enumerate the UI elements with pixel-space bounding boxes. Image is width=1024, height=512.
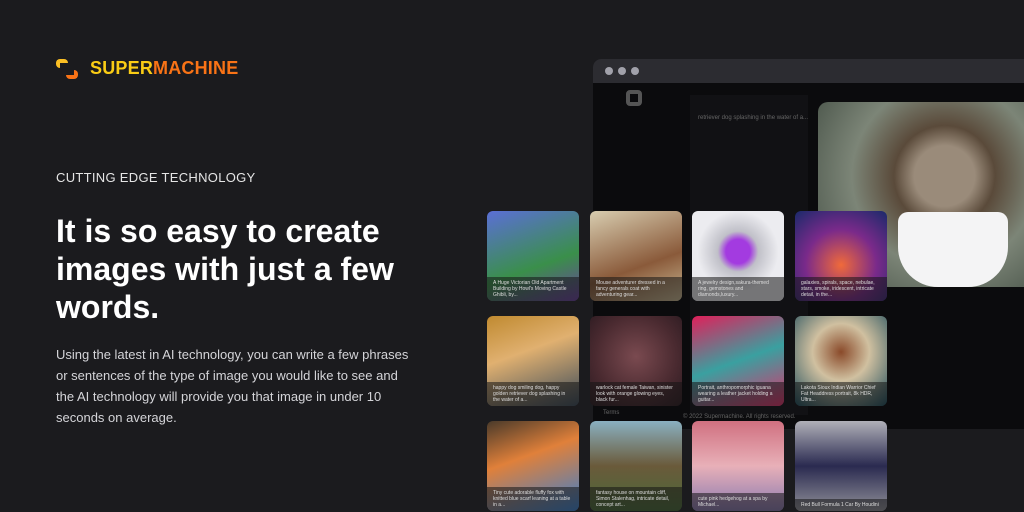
mockup-terms: Terms: [603, 410, 620, 416]
mockup-copyright: © 2022 Supermachine. All rights reserved…: [683, 414, 796, 420]
tile-caption: happy dog smiling dog, happy golden retr…: [487, 382, 579, 406]
description: Using the latest in AI technology, you c…: [56, 347, 409, 425]
tile-caption: warlock cat female Taiwan, sinister look…: [590, 382, 682, 406]
tile-caption: A Huge Victorian Old Apartment Building …: [487, 277, 579, 301]
mockup-caption: retriever dog splashing in the water of …: [698, 115, 809, 121]
gallery-tile[interactable]: A Huge Victorian Old Apartment Building …: [487, 211, 579, 301]
tile-caption: fantasy house on mountain cliff, Simon S…: [590, 487, 682, 511]
headline: It is so easy to create images with just…: [56, 213, 394, 325]
gallery-tile[interactable]: Mouse adventurer dressed in a fancy gene…: [590, 211, 682, 301]
tile-caption: cute pink hedgehog at a spa by Michael..…: [692, 493, 784, 511]
gallery-tile[interactable]: A jewelry design,sakura-themed ring, gem…: [692, 211, 784, 301]
brand-logo[interactable]: SUPERMACHINE: [56, 58, 238, 79]
window-dot-icon: [618, 67, 626, 75]
bowl-shape: [898, 212, 1008, 287]
brand-name: SUPERMACHINE: [90, 58, 239, 78]
mockup-logo-icon: [626, 90, 642, 106]
window-dot-icon: [605, 67, 613, 75]
tile-caption: Lakota Sioux Indian Warrior Chief Fat He…: [795, 382, 887, 406]
gallery-tile[interactable]: happy dog smiling dog, happy golden retr…: [487, 316, 579, 406]
logo-icon: [56, 58, 78, 79]
gallery-tile[interactable]: Red Bull Formula 1 Car By Houdini: [795, 421, 887, 511]
gallery-tile[interactable]: galaxies, spirals, space, nebulae, stars…: [795, 211, 887, 301]
gallery-tile[interactable]: Portrait, anthropomorphic iguana wearing…: [692, 316, 784, 406]
tile-caption: Mouse adventurer dressed in a fancy gene…: [590, 277, 682, 301]
tile-caption: Tiny cute adorable fluffy fox with knitt…: [487, 487, 579, 511]
window-dot-icon: [631, 67, 639, 75]
gallery-tile[interactable]: fantasy house on mountain cliff, Simon S…: [590, 421, 682, 511]
tile-caption: galaxies, spirals, space, nebulae, stars…: [795, 277, 887, 301]
gallery-tile[interactable]: Tiny cute adorable fluffy fox with knitt…: [487, 421, 579, 511]
browser-bar: [593, 59, 1024, 83]
section-eyebrow: CUTTING EDGE TECHNOLOGY: [56, 170, 256, 185]
tile-caption: A jewelry design,sakura-themed ring, gem…: [692, 277, 784, 301]
tile-caption: Portrait, anthropomorphic iguana wearing…: [692, 382, 784, 406]
gallery-tile[interactable]: Lakota Sioux Indian Warrior Chief Fat He…: [795, 316, 887, 406]
tile-caption: Red Bull Formula 1 Car By Houdini: [795, 499, 887, 511]
gallery-tile[interactable]: cute pink hedgehog at a spa by Michael..…: [692, 421, 784, 511]
gallery-tile[interactable]: warlock cat female Taiwan, sinister look…: [590, 316, 682, 406]
